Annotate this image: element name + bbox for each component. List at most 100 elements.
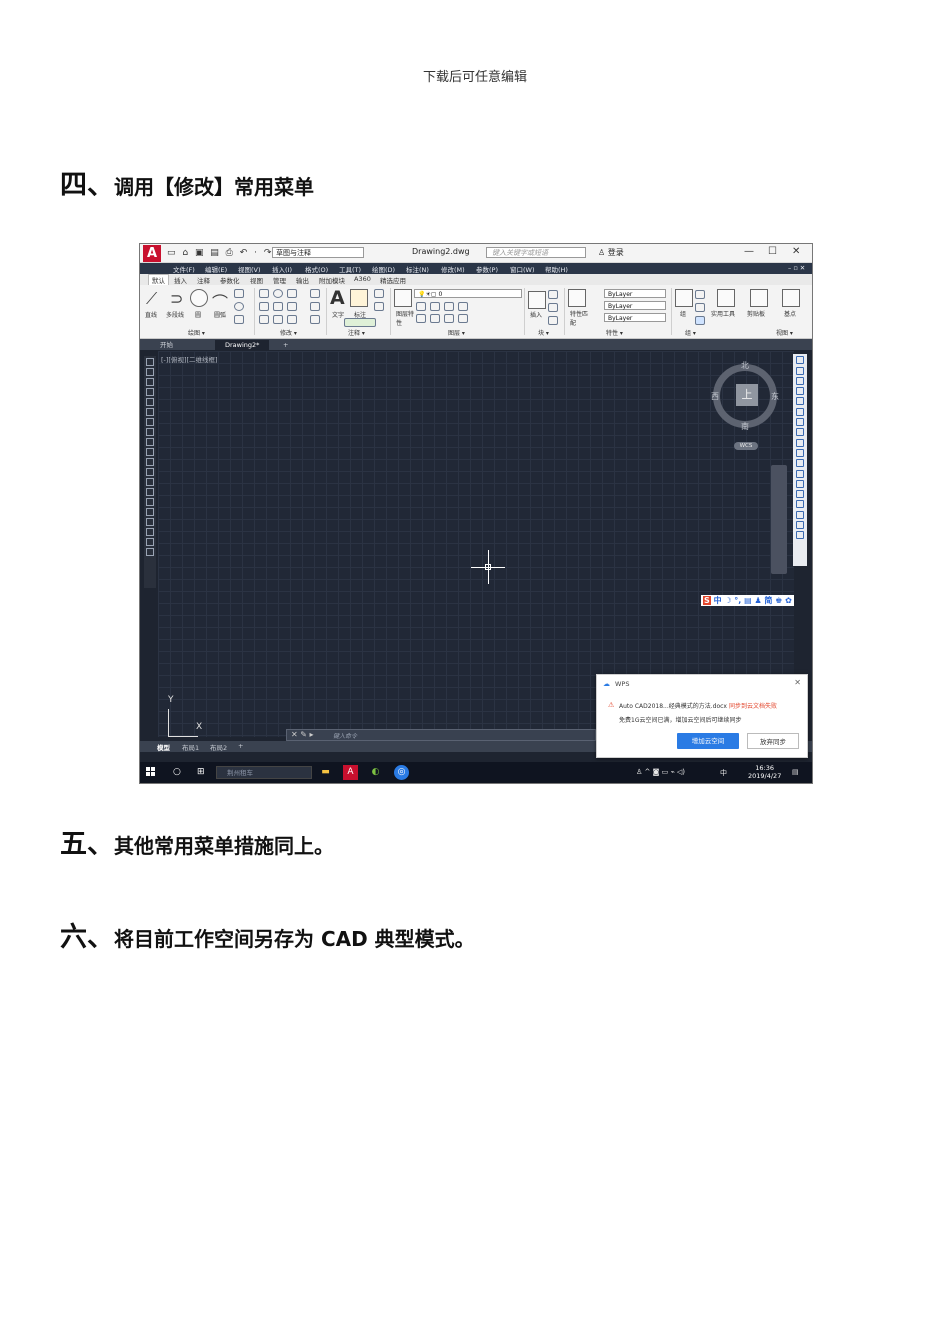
utilities-icon[interactable]	[717, 289, 735, 307]
table-icon[interactable]	[374, 302, 384, 311]
group-tool-icon[interactable]	[695, 303, 705, 312]
layer-tool-icon[interactable]	[416, 314, 426, 323]
login-button[interactable]: ♙ 登录	[598, 247, 624, 258]
draw-tool-icon[interactable]	[146, 498, 154, 506]
array-icon[interactable]	[287, 315, 297, 324]
autocad-logo[interactable]: A	[143, 245, 161, 262]
modify-tool-icon[interactable]	[796, 387, 804, 396]
fillet-icon[interactable]	[287, 302, 297, 311]
add-layout-button[interactable]: +	[238, 742, 243, 750]
app-taskbar-icon[interactable]: ◐	[368, 765, 383, 780]
tab-addins[interactable]: 附加模块	[319, 275, 345, 285]
file-tab-drawing2[interactable]: Drawing2*	[215, 340, 270, 350]
modify-tool-icon[interactable]	[796, 531, 804, 540]
menu-draw[interactable]: 绘图(D)	[372, 264, 395, 274]
color-select[interactable]: ByLayer	[604, 289, 666, 298]
move-icon[interactable]	[259, 289, 269, 298]
help-search-input[interactable]: 键入关键字或短语	[486, 247, 586, 258]
layer-tool-icon[interactable]	[444, 314, 454, 323]
close-icon[interactable]: ✕ ✎ ▸	[291, 730, 314, 739]
task-view-icon[interactable]: ⊞	[197, 767, 205, 777]
draw-tool-icon[interactable]	[146, 508, 154, 516]
arc-icon[interactable]: ⌒	[212, 289, 230, 312]
menu-dimension[interactable]: 标注(N)	[406, 264, 429, 274]
draw-tool-icon[interactable]	[146, 538, 154, 546]
linetype-select[interactable]: ByLayer	[604, 301, 666, 310]
menu-format[interactable]: 格式(O)	[305, 264, 328, 274]
workspace-select[interactable]: 草图与注释	[272, 247, 364, 258]
offset-icon[interactable]	[310, 315, 320, 324]
layer-tool-icon[interactable]	[430, 314, 440, 323]
cortana-icon[interactable]: ○	[173, 767, 181, 777]
modify-tool-icon[interactable]	[796, 469, 804, 478]
modify-tool-icon[interactable]	[796, 490, 804, 499]
file-tab-start[interactable]: 开始	[150, 340, 183, 350]
draw-tool-icon[interactable]	[146, 488, 154, 496]
compass-east[interactable]: 东	[771, 391, 779, 402]
group-view[interactable]: 视图 ▾	[776, 328, 793, 337]
line-icon[interactable]: ⟋	[146, 289, 164, 308]
draw-tool-icon[interactable]	[146, 398, 154, 406]
tab-annotate[interactable]: 注释	[197, 275, 210, 285]
tray-icons[interactable]: ♙ ^ ◙ ▭ ⌁ ◁)	[636, 768, 685, 776]
explode-icon[interactable]	[310, 302, 320, 311]
create-block-icon[interactable]	[548, 290, 558, 299]
tab-layout2[interactable]: 布局2	[210, 742, 227, 752]
layer-select[interactable]: 💡☀▢ 0	[414, 289, 522, 298]
rectangle-icon[interactable]	[234, 289, 244, 298]
menu-window[interactable]: 窗口(W)	[510, 264, 535, 274]
polyline-icon[interactable]: ⊃	[170, 289, 188, 308]
group-group[interactable]: 组 ▾	[685, 328, 696, 337]
layer-tool-icon[interactable]	[458, 314, 468, 323]
draw-tool-icon[interactable]	[146, 368, 154, 376]
circle-icon[interactable]	[190, 289, 208, 307]
block-attribute-icon[interactable]	[548, 316, 558, 325]
draw-tool-icon[interactable]	[146, 388, 154, 396]
close-button[interactable]: ✕	[792, 246, 800, 257]
taskbar-clock[interactable]: 16:36 2019/4/27	[748, 764, 781, 780]
menu-modify[interactable]: 修改(M)	[441, 264, 465, 274]
draw-tool-icon[interactable]	[146, 548, 154, 556]
wcs-menu[interactable]: WCS	[734, 442, 758, 450]
layer-tool-icon[interactable]	[444, 302, 454, 311]
ellipse-icon[interactable]	[234, 302, 244, 311]
tab-manage[interactable]: 管理	[273, 275, 286, 285]
compass-west[interactable]: 西	[711, 391, 719, 402]
layer-tool-icon[interactable]	[430, 302, 440, 311]
maximize-button[interactable]: ☐	[768, 246, 777, 257]
windows-start-icon[interactable]	[146, 767, 156, 777]
group-tool-icon[interactable]	[695, 316, 705, 325]
group-modify[interactable]: 修改 ▾	[280, 328, 297, 337]
app-taskbar-icon[interactable]: ◎	[394, 765, 409, 780]
viewport-label[interactable]: [-][俯视][二维线框]	[161, 354, 218, 364]
menu-parametric[interactable]: 参数(P)	[476, 264, 498, 274]
rotate-icon[interactable]	[273, 289, 283, 298]
compass-north[interactable]: 北	[741, 360, 749, 371]
modify-tool-icon[interactable]	[796, 459, 804, 468]
tab-insert[interactable]: 插入	[174, 275, 187, 285]
group-annotation[interactable]: 注释 ▾	[348, 328, 365, 337]
group-layers[interactable]: 图层 ▾	[448, 328, 465, 337]
command-input[interactable]: 键入命令	[333, 731, 357, 740]
layer-properties-icon[interactable]	[394, 289, 412, 307]
draw-tool-icon[interactable]	[146, 378, 154, 386]
minimize-button[interactable]: —	[744, 246, 754, 257]
tab-layout1[interactable]: 布局1	[182, 742, 199, 752]
new-tab-button[interactable]: +	[280, 340, 291, 350]
menu-tools[interactable]: 工具(T)	[339, 264, 361, 274]
layer-tool-icon[interactable]	[458, 302, 468, 311]
draw-tool-icon[interactable]	[146, 438, 154, 446]
draw-tool-icon[interactable]	[146, 418, 154, 426]
draw-tool-icon[interactable]	[146, 448, 154, 456]
tab-model[interactable]: 模型	[157, 742, 170, 752]
erase-icon[interactable]	[310, 289, 320, 298]
draw-tool-icon[interactable]	[146, 358, 154, 366]
modify-tool-icon[interactable]	[796, 510, 804, 519]
tab-featured-apps[interactable]: 精选应用	[380, 275, 406, 285]
modify-tool-icon[interactable]	[796, 356, 804, 365]
draw-tool-icon[interactable]	[146, 428, 154, 436]
layer-tool-icon[interactable]	[416, 302, 426, 311]
checkmark-tool-icon[interactable]	[344, 318, 376, 327]
group-icon[interactable]	[675, 289, 693, 307]
hatch-icon[interactable]	[234, 315, 244, 324]
